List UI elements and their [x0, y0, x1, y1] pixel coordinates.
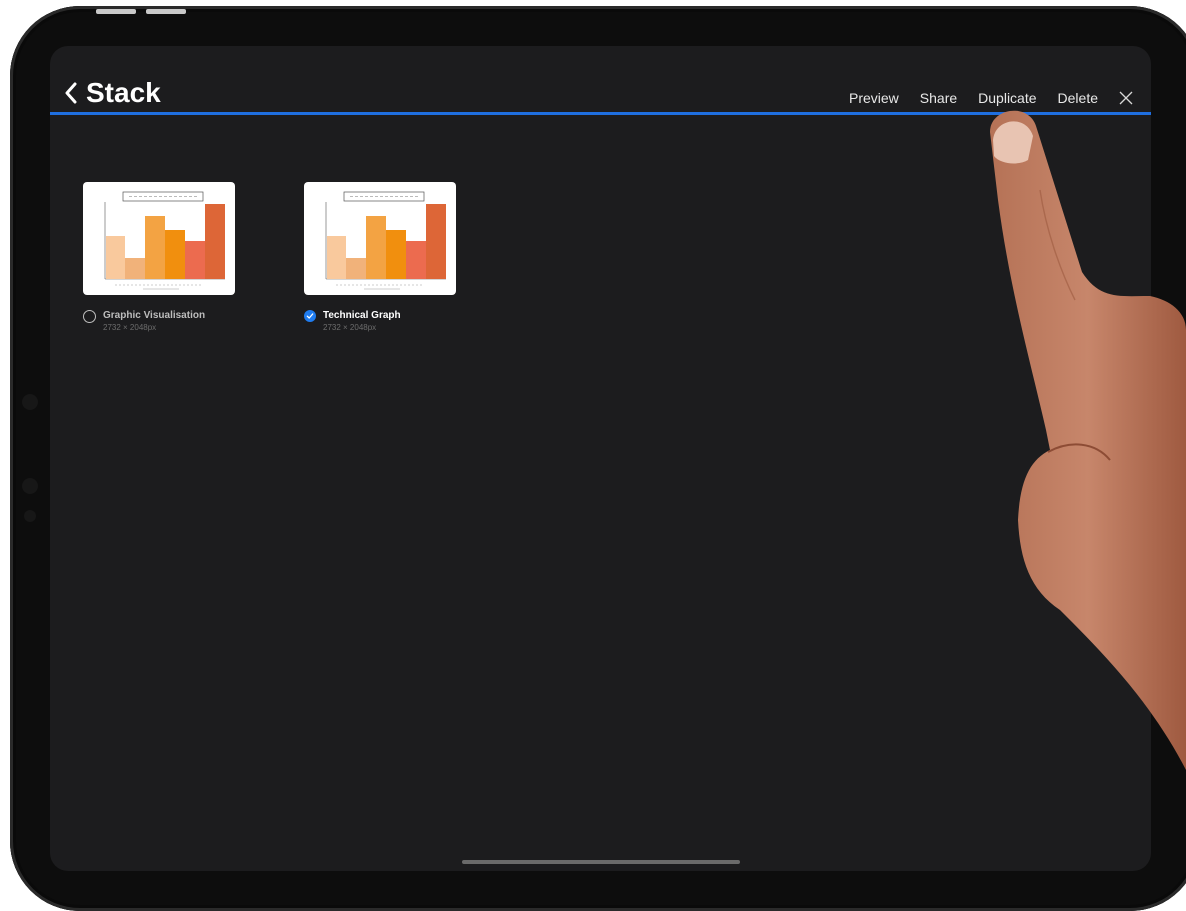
close-button[interactable] — [1119, 91, 1133, 105]
top-bar: Stack Preview Share Duplicate Delete — [50, 46, 1151, 114]
home-indicator — [462, 860, 740, 864]
artwork-thumbnail[interactable] — [83, 182, 235, 295]
header-divider — [50, 112, 1151, 115]
chart-thumbnail-image — [325, 191, 446, 290]
stack-title: Stack — [86, 77, 161, 108]
duplicate-button[interactable]: Duplicate — [978, 90, 1036, 106]
chevron-left-icon — [65, 82, 77, 104]
artwork-dimensions: 2732 × 2048px — [323, 323, 377, 332]
volume-button — [96, 9, 136, 14]
back-button[interactable]: Stack — [64, 77, 161, 109]
close-icon — [1119, 91, 1133, 105]
artwork-dimensions: 2732 × 2048px — [103, 323, 157, 332]
artwork-meta: Graphic Visualisation 2732 × 2048px — [83, 309, 236, 333]
artwork-meta: Technical Graph 2732 × 2048px — [304, 309, 457, 333]
share-button[interactable]: Share — [920, 90, 957, 106]
action-bar: Preview Share Duplicate Delete — [849, 90, 1133, 106]
volume-button — [146, 9, 186, 14]
artwork-name: Graphic Visualisation — [103, 310, 206, 321]
chart-thumbnail-image — [104, 191, 225, 290]
selection-radio[interactable] — [83, 310, 96, 323]
artwork-thumbnail[interactable] — [304, 182, 456, 295]
camera-dot — [22, 478, 38, 494]
camera-dot — [24, 510, 36, 522]
artwork-item[interactable]: Graphic Visualisation 2732 × 2048px — [83, 182, 236, 333]
artwork-item[interactable]: Technical Graph 2732 × 2048px — [304, 182, 457, 333]
artwork-grid: Graphic Visualisation 2732 × 2048px Tech… — [83, 182, 457, 333]
checkmark-icon — [306, 313, 314, 319]
camera-dot — [22, 394, 38, 410]
selection-checkmark[interactable] — [304, 310, 316, 322]
preview-button[interactable]: Preview — [849, 90, 899, 106]
artwork-name: Technical Graph — [323, 310, 401, 321]
delete-button[interactable]: Delete — [1058, 90, 1098, 106]
app-screen: Stack Preview Share Duplicate Delete Gra… — [50, 46, 1151, 871]
